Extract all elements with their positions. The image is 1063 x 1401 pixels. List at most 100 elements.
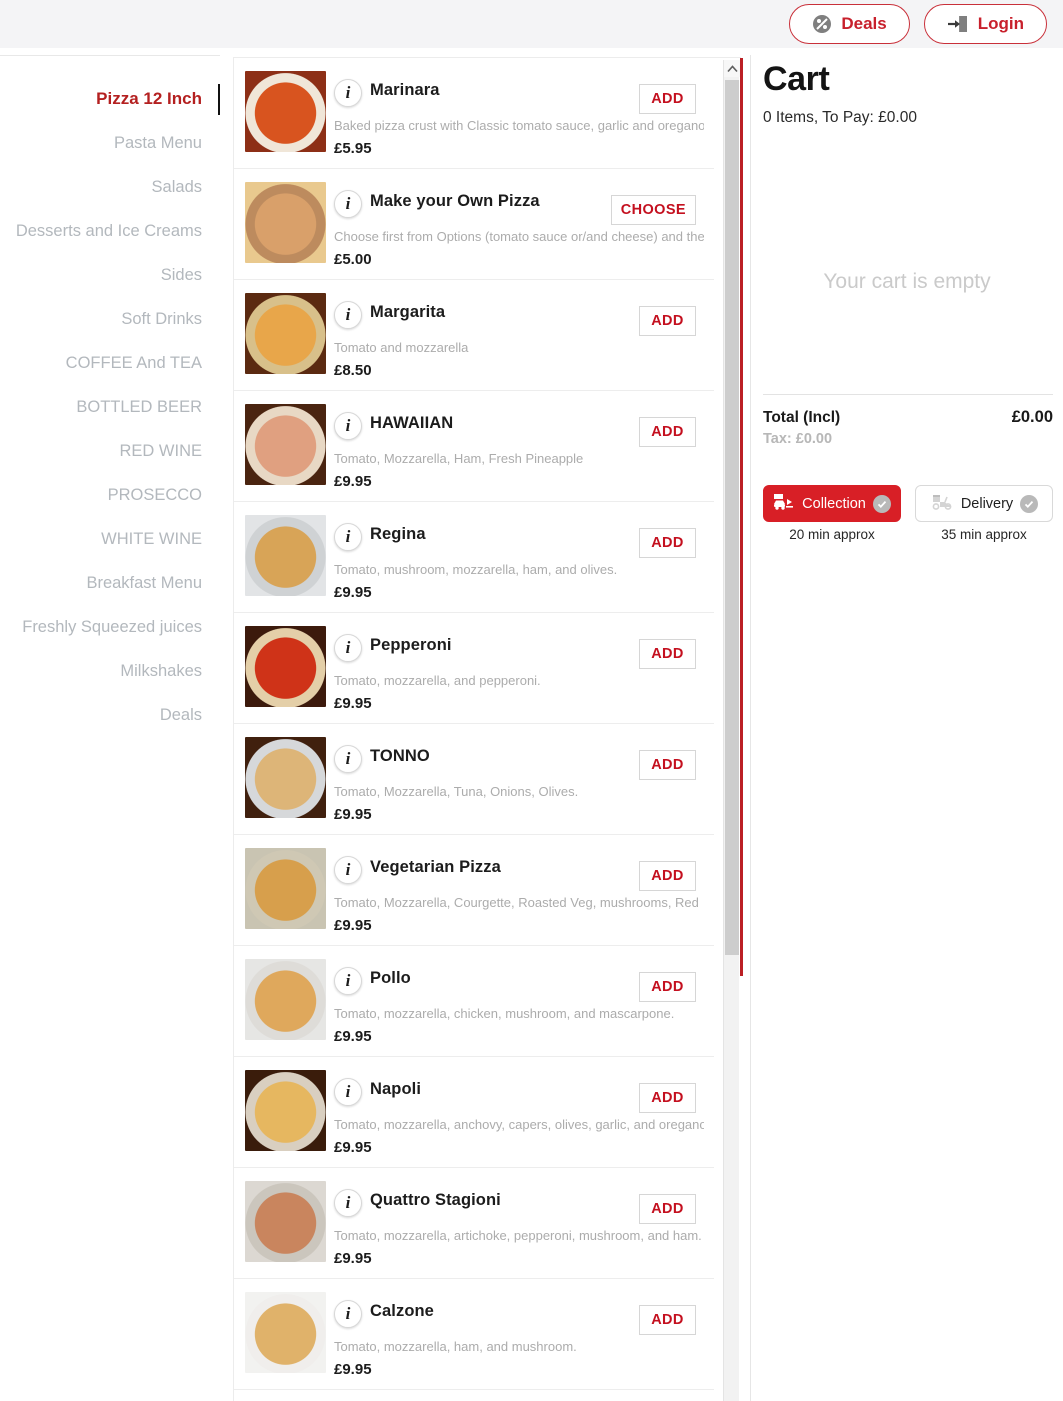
menu-item-price: £9.95 — [334, 917, 372, 934]
login-label: Login — [977, 14, 1024, 33]
sidebar-item-soft-drinks[interactable]: Soft Drinks — [0, 297, 220, 341]
collection-check-icon — [872, 494, 891, 513]
car-pickup-icon — [773, 493, 795, 514]
menu-item-row[interactable]: i Margarita Tomato and mozzarella £8.50 ADD — [234, 280, 714, 391]
menu-item-name: TONNO — [370, 747, 430, 765]
deals-button[interactable]: Deals — [789, 4, 910, 44]
info-icon[interactable]: i — [334, 856, 362, 884]
sidebar-item-label: Freshly Squeezed juices — [22, 618, 202, 636]
sidebar-item-prosecco[interactable]: PROSECCO — [0, 473, 220, 517]
add-button[interactable]: ADD — [639, 1194, 696, 1224]
menu-item-price: £8.50 — [334, 362, 372, 379]
menu-item-thumbnail — [245, 71, 326, 152]
sidebar-item-label: BOTTLED BEER — [76, 398, 202, 416]
menu-item-name: Pollo — [370, 969, 411, 987]
menu-item-name: Quattro Stagioni — [370, 1191, 501, 1209]
menu-item-description: Baked pizza crust with Classic tomato sa… — [334, 118, 704, 133]
sidebar-item-coffee-and-tea[interactable]: COFFEE And TEA — [0, 341, 220, 385]
menu-item-description: Tomato, Mozzarella, Courgette, Roasted V… — [334, 895, 699, 910]
info-icon[interactable]: i — [334, 1078, 362, 1106]
add-button[interactable]: ADD — [639, 417, 696, 447]
menu-item-name: Regina — [370, 525, 426, 543]
add-button[interactable]: ADD — [639, 528, 696, 558]
menu-item-name: Napoli — [370, 1080, 422, 1098]
menu-item-thumbnail — [245, 1070, 326, 1151]
sidebar-item-sides[interactable]: Sides — [0, 253, 220, 297]
sidebar-item-pasta-menu[interactable]: Pasta Menu — [0, 121, 220, 165]
info-icon[interactable]: i — [334, 967, 362, 995]
add-button[interactable]: ADD — [639, 1305, 696, 1335]
menu-item-row[interactable]: i Pepperoni Tomato, mozzarella, and pepper… — [234, 613, 714, 724]
info-icon[interactable]: i — [334, 412, 362, 440]
sidebar-item-salads[interactable]: Salads — [0, 165, 220, 209]
category-sidebar: Pizza 12 Inch Pasta Menu Salads Desserts an… — [0, 55, 220, 1401]
menu-item-row[interactable]: i Pollo Tomato, mozzarella, chicken, mushr… — [234, 946, 714, 1057]
menu-item-price: £9.95 — [334, 473, 372, 490]
info-icon[interactable]: i — [334, 634, 362, 662]
info-icon[interactable]: i — [334, 745, 362, 773]
deals-label: Deals — [841, 14, 887, 33]
panel-divider — [740, 58, 743, 976]
menu-item-price: £9.95 — [334, 806, 372, 823]
menu-item-thumbnail — [245, 404, 326, 485]
add-button[interactable]: ADD — [639, 972, 696, 1002]
menu-item-row[interactable]: i HAWAIIAN Tomato, Mozzarella, Ham, Fresh … — [234, 391, 714, 502]
menu-item-row[interactable]: i TONNO Tomato, Mozzarella, Tuna, Onions, … — [234, 724, 714, 835]
menu-item-row[interactable]: i Calzone Tomato, mozzarella, ham, and mus… — [234, 1279, 714, 1390]
add-button[interactable]: ADD — [639, 750, 696, 780]
fulfilment-eta-row: 20 min approx 35 min approx — [763, 527, 1053, 542]
delivery-eta: 35 min approx — [941, 527, 1027, 542]
menu-item-row[interactable]: i Regina Tomato, mushroom, mozzarella, ham… — [234, 502, 714, 613]
sidebar-item-bottled-beer[interactable]: BOTTLED BEER — [0, 385, 220, 429]
sidebar-item-white-wine[interactable]: WHITE WINE — [0, 517, 220, 561]
add-button[interactable]: ADD — [639, 1083, 696, 1113]
menu-item-row[interactable]: i Napoli Tomato, mozzarella, anchovy, cape… — [234, 1057, 714, 1168]
sidebar-item-deals[interactable]: Deals — [0, 693, 220, 737]
info-icon[interactable]: i — [334, 190, 362, 218]
menu-item-row[interactable]: i Marinara Baked pizza crust with Classic … — [234, 58, 714, 169]
sidebar-item-label: PROSECCO — [107, 486, 202, 504]
menu-item-name: Vegetarian Pizza — [370, 858, 501, 876]
login-button[interactable]: Login — [923, 4, 1047, 44]
menu-item-price: £9.95 — [334, 584, 372, 601]
menu-item-price: £5.95 — [334, 140, 372, 157]
menu-item-thumbnail — [245, 293, 326, 374]
menu-item-row[interactable]: i Vegetarian Pizza Tomato, Mozzarella, Cou… — [234, 835, 714, 946]
sidebar-item-freshly-squeezed-juices[interactable]: Freshly Squeezed juices — [0, 605, 220, 649]
collection-button[interactable]: Collection — [763, 485, 901, 522]
delivery-label: Delivery — [960, 495, 1014, 512]
sidebar-item-red-wine[interactable]: RED WINE — [0, 429, 220, 473]
info-icon[interactable]: i — [334, 301, 362, 329]
info-icon[interactable]: i — [334, 1189, 362, 1217]
total-value: £0.00 — [1011, 408, 1053, 426]
menu-item-price: £9.95 — [334, 695, 372, 712]
delivery-check-icon — [1020, 494, 1039, 513]
sidebar-item-pizza-12-inch[interactable]: Pizza 12 Inch — [0, 77, 220, 121]
collection-eta: 20 min approx — [789, 527, 875, 542]
cart-total-row: Total (Incl) £0.00 — [763, 408, 1053, 427]
menu-item-description: Tomato, mozzarella, ham, and mushroom. — [334, 1339, 577, 1354]
menu-item-description: Tomato, mozzarella, anchovy, capers, oli… — [334, 1117, 704, 1132]
sidebar-item-label: Deals — [159, 706, 202, 724]
scroll-up-arrow-icon[interactable] — [724, 60, 740, 77]
choose-button[interactable]: CHOOSE — [610, 195, 696, 225]
add-button[interactable]: ADD — [639, 639, 696, 669]
menu-item-description: Tomato, mozzarella, chicken, mushroom, a… — [334, 1006, 675, 1021]
sidebar-item-desserts-and-ice-creams[interactable]: Desserts and Ice Creams — [0, 209, 220, 253]
add-button[interactable]: ADD — [639, 84, 696, 114]
sidebar-item-breakfast-menu[interactable]: Breakfast Menu — [0, 561, 220, 605]
menu-scrollbar[interactable] — [723, 60, 740, 1401]
menu-item-thumbnail — [245, 1292, 326, 1373]
scrollbar-thumb[interactable] — [725, 80, 739, 955]
fulfilment-mode-row: Collection Delivery — [763, 485, 1053, 522]
menu-item-row[interactable]: i Make your Own Pizza Choose first from Op… — [234, 169, 714, 280]
menu-item-name: HAWAIIAN — [370, 414, 454, 432]
delivery-button[interactable]: Delivery — [915, 485, 1053, 522]
info-icon[interactable]: i — [334, 523, 362, 551]
sidebar-item-milkshakes[interactable]: Milkshakes — [0, 649, 220, 693]
add-button[interactable]: ADD — [639, 861, 696, 891]
add-button[interactable]: ADD — [639, 306, 696, 336]
info-icon[interactable]: i — [334, 79, 362, 107]
menu-item-row[interactable]: i Quattro Stagioni Tomato, mozzarella, art… — [234, 1168, 714, 1279]
info-icon[interactable]: i — [334, 1300, 362, 1328]
